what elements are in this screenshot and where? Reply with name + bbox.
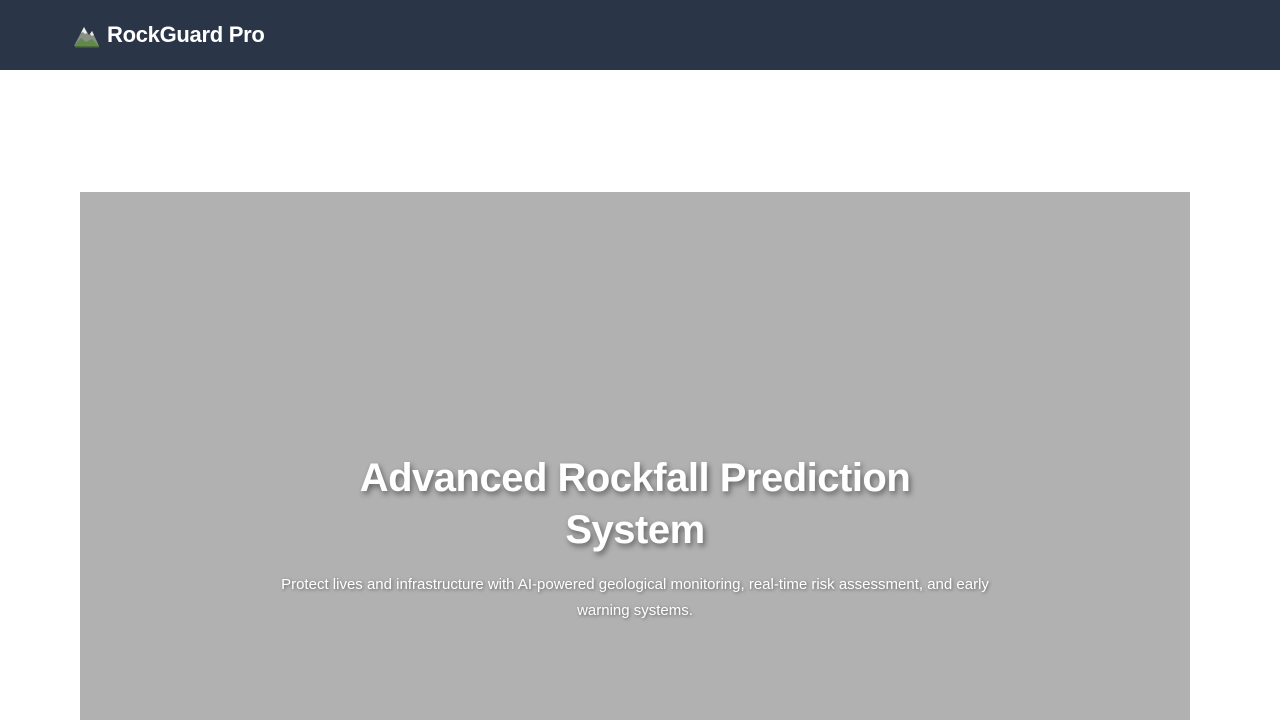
hero-banner: Advanced Rockfall Prediction System Prot… — [80, 192, 1190, 720]
brand-name: RockGuard Pro — [107, 22, 265, 47]
hero-subtitle: Protect lives and infrastructure with AI… — [281, 576, 989, 619]
hero-title: Advanced Rockfall Prediction System — [359, 456, 911, 552]
brand-logo-link[interactable]: RockGuard Pro — [72, 20, 265, 50]
mountain-icon — [72, 21, 100, 49]
top-navbar: RockGuard Pro — [0, 0, 1280, 70]
